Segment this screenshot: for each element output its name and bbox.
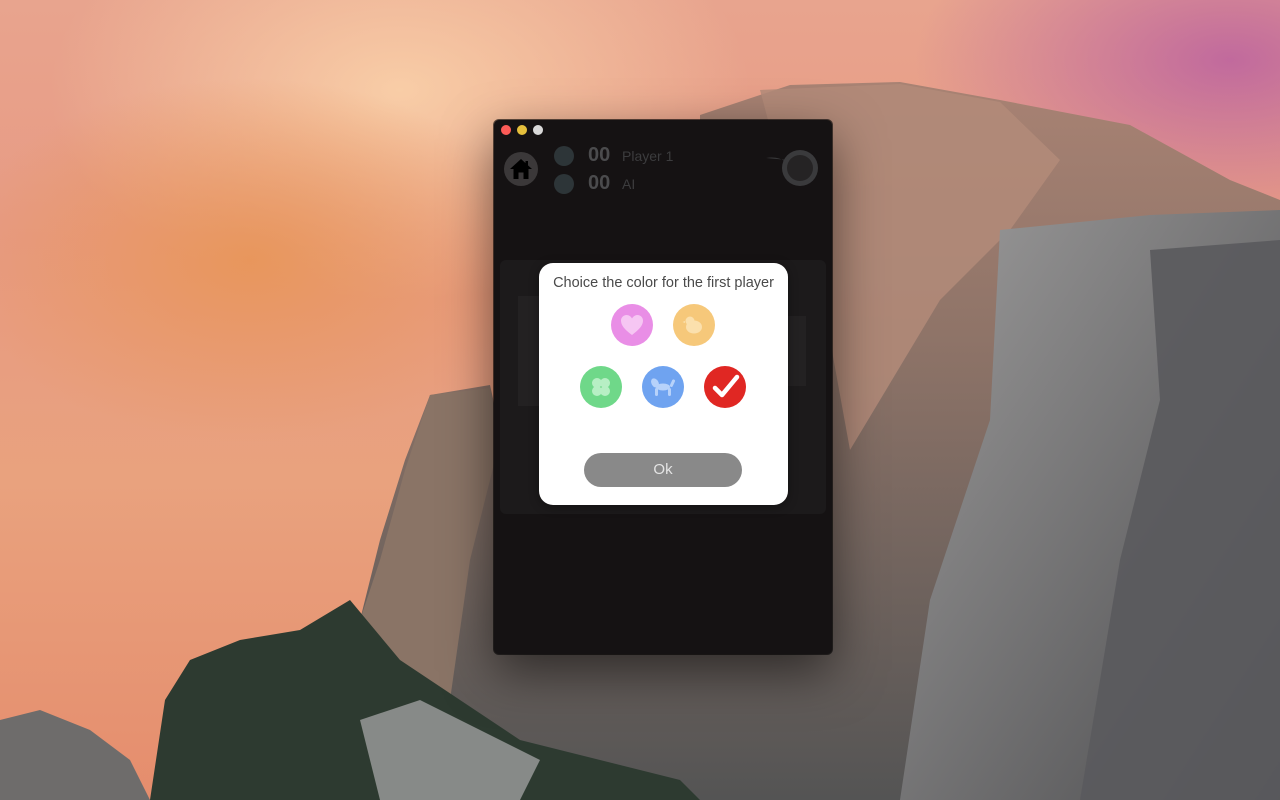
home-button[interactable] (504, 152, 538, 186)
ok-button[interactable]: Ok (584, 453, 742, 487)
color-option-balloon-dog[interactable] (642, 366, 684, 408)
color-option-clover[interactable] (580, 366, 622, 408)
close-button[interactable] (501, 125, 511, 135)
player2-name: AI (622, 176, 636, 192)
color-option-chick[interactable] (673, 304, 715, 346)
player2-score: 00 (588, 172, 611, 194)
clock-icon (554, 174, 574, 194)
balloon-dog-icon (651, 378, 676, 396)
home-icon (510, 159, 532, 179)
color-choice-dialog: Choice the color for the first player Ok (539, 263, 788, 505)
player1-name: Player 1 (622, 148, 674, 164)
player1-score: 00 (588, 144, 611, 166)
restart-icon[interactable] (764, 148, 820, 190)
clock-icon (554, 146, 574, 166)
heart-icon (621, 315, 643, 335)
dialog-title: Choice the color for the first player (553, 275, 774, 291)
color-option-red[interactable] (704, 366, 746, 408)
color-option-heart[interactable] (611, 304, 653, 346)
desktop-wallpaper: 00 Player 1 00 AI Choice the color for t… (0, 0, 1280, 800)
title-bar[interactable] (494, 120, 832, 140)
chick-icon (682, 316, 702, 334)
zoom-button[interactable] (533, 125, 543, 135)
clover-icon (592, 378, 610, 396)
checkmark-icon (712, 374, 740, 398)
minimize-button[interactable] (517, 125, 527, 135)
